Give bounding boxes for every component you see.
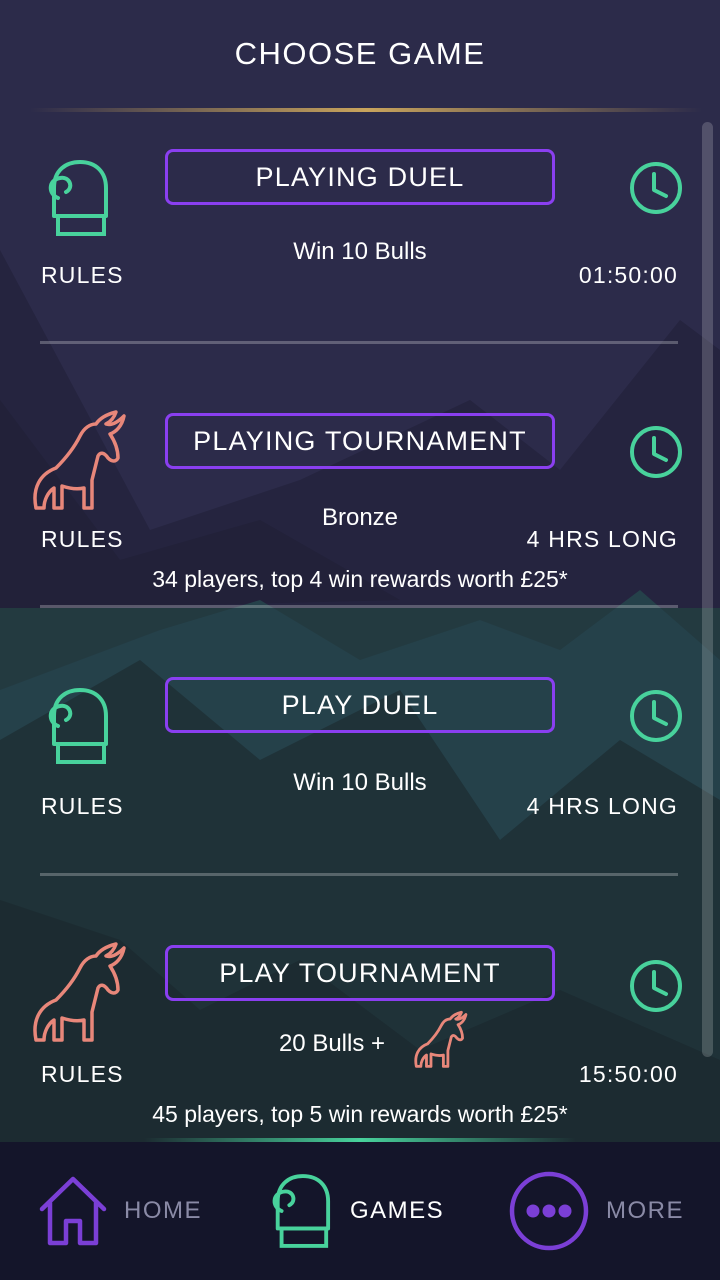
bull-icon[interactable] <box>30 940 126 1050</box>
rules-link[interactable]: RULES <box>41 793 124 820</box>
more-dots-icon <box>509 1171 589 1251</box>
page-title: CHOOSE GAME <box>234 36 486 71</box>
playing-tournament-button[interactable]: PLAYING TOURNAMENT <box>165 413 555 469</box>
clock-icon <box>630 690 682 742</box>
clock-icon <box>630 960 682 1012</box>
bottom-navigation: HOME GAMES MORE <box>0 1142 720 1280</box>
boxing-glove-icon <box>272 1174 331 1248</box>
playing-duel-button[interactable]: PLAYING DUEL <box>165 149 555 205</box>
boxing-glove-icon[interactable] <box>44 686 110 766</box>
bull-icon[interactable] <box>30 408 126 518</box>
home-icon <box>39 1176 107 1246</box>
boxing-glove-icon[interactable] <box>44 158 110 238</box>
play-tournament-button[interactable]: PLAY TOURNAMENT <box>165 945 555 1001</box>
duel-goal-text: Win 10 Bulls <box>293 769 427 796</box>
card-divider <box>40 873 678 876</box>
tournament-info-text: 45 players, top 5 win rewards worth £25* <box>152 1101 568 1127</box>
countdown-timer: 01:50:00 <box>578 262 678 288</box>
card-divider <box>40 605 678 608</box>
card-divider <box>40 341 678 344</box>
rules-link[interactable]: RULES <box>41 526 124 553</box>
rules-link[interactable]: RULES <box>41 1061 124 1088</box>
tournament-info-text: 34 players, top 4 win rewards worth £25* <box>152 566 568 592</box>
nav-more-label: MORE <box>606 1197 684 1224</box>
duel-goal-text: Win 10 Bulls <box>293 238 427 265</box>
duration-label: 4 HRS LONG <box>526 526 678 552</box>
nav-games-label: GAMES <box>350 1197 445 1224</box>
nav-more[interactable]: MORE <box>508 1142 684 1280</box>
countdown-timer: 15:50:00 <box>578 1061 678 1087</box>
nav-home[interactable]: HOME <box>36 1142 202 1280</box>
clock-icon <box>630 426 682 478</box>
clock-icon <box>630 162 682 214</box>
bull-icon <box>414 1010 468 1068</box>
play-duel-button[interactable]: PLAY DUEL <box>165 677 555 733</box>
nav-home-label: HOME <box>124 1197 202 1224</box>
header-divider <box>30 108 702 112</box>
tournament-tier-text: Bronze <box>321 504 399 531</box>
rules-link[interactable]: RULES <box>41 262 124 289</box>
duration-label: 4 HRS LONG <box>526 793 678 819</box>
tournament-prize-text: 20 Bulls + <box>278 1030 386 1057</box>
nav-games[interactable]: GAMES <box>268 1142 444 1280</box>
